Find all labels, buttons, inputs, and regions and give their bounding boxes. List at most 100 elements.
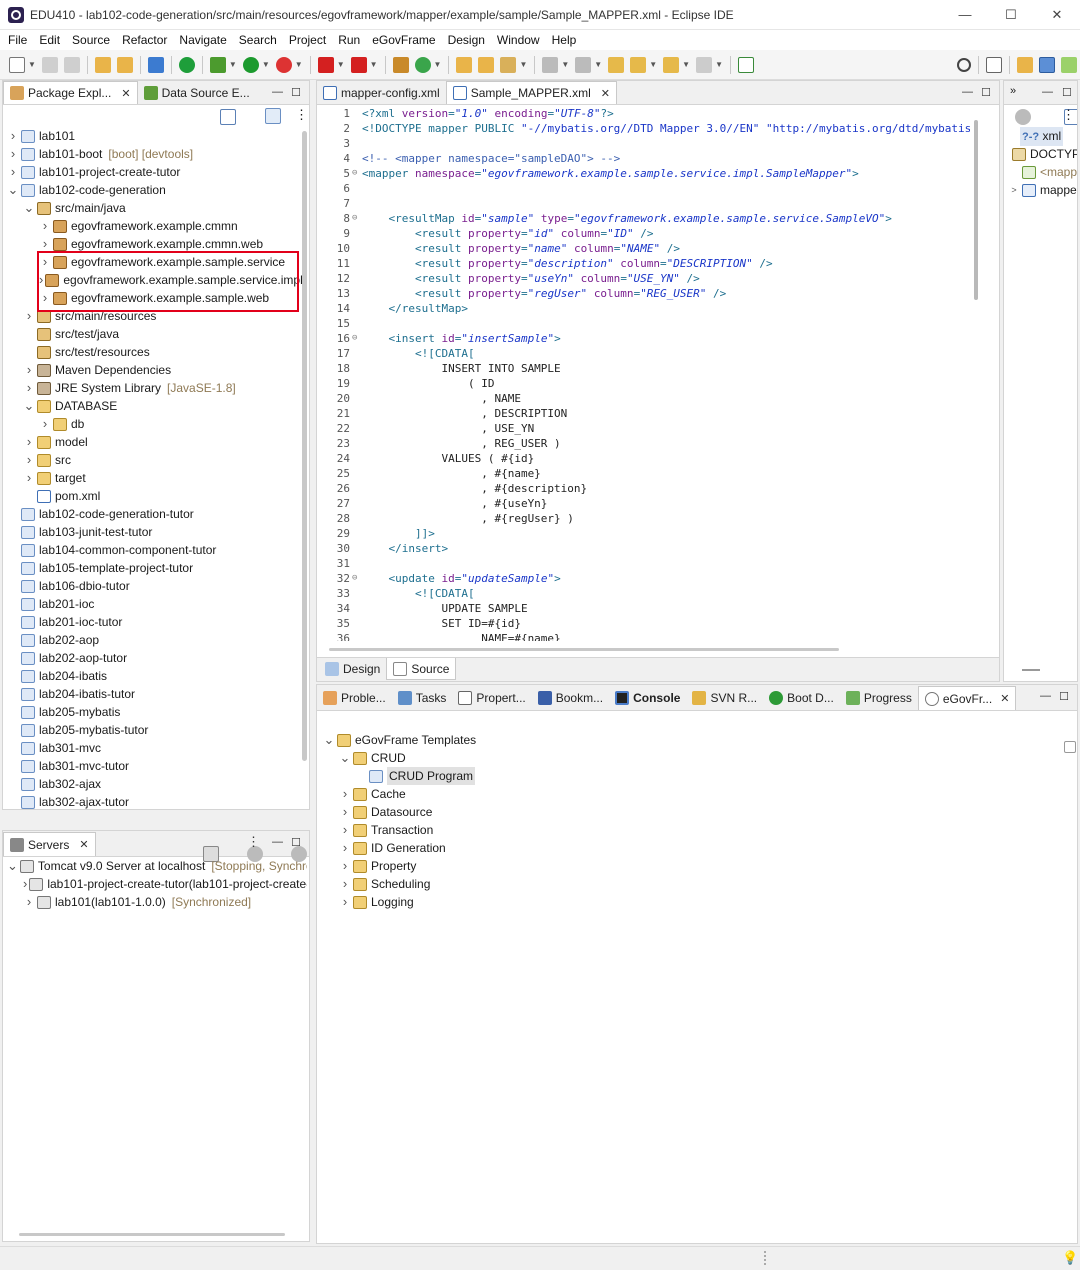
close-icon[interactable]: ✕	[1000, 692, 1009, 705]
new-window-icon[interactable]	[737, 56, 754, 73]
java-ee-perspective-icon[interactable]	[1017, 56, 1033, 73]
tab-tasks[interactable]: Tasks	[392, 686, 453, 710]
template-tree-item[interactable]: CRUD Program	[323, 767, 623, 785]
menu-file[interactable]: File	[2, 33, 33, 47]
chevron-right-icon[interactable]: ›	[339, 857, 351, 875]
code-editor[interactable]: 1 <?xml version="1.0" encoding="UTF-8"?> 2…	[318, 105, 970, 641]
next-annotation-icon[interactable]	[542, 56, 559, 73]
collapse-all-icon[interactable]	[220, 109, 236, 125]
explorer-tree-item[interactable]: › target	[7, 469, 297, 487]
open-type-icon[interactable]	[456, 56, 473, 73]
chevron-right-icon[interactable]: ›	[23, 451, 35, 469]
save-all-icon[interactable]	[63, 56, 80, 73]
chevron-right-icon[interactable]: ›	[7, 163, 19, 181]
stop-icon[interactable]	[317, 56, 334, 73]
menu-refactor[interactable]: Refactor	[116, 33, 173, 47]
menu-design[interactable]: Design	[442, 33, 491, 47]
explorer-tree-item[interactable]: lab205-mybatis-tutor	[7, 721, 297, 739]
explorer-tree-item[interactable]: › lab101-project-create-tutor	[7, 163, 297, 181]
chevron-down-icon[interactable]: ⌄	[7, 181, 19, 199]
explorer-tree-item[interactable]: lab102-code-generation-tutor	[7, 505, 297, 523]
minimize-view-icon[interactable]: —	[1042, 86, 1053, 98]
explorer-tree-item[interactable]: ⌄ lab102-code-generation	[7, 181, 297, 199]
close-icon[interactable]: ✕	[601, 87, 610, 100]
expand-all-icon[interactable]	[1064, 741, 1076, 753]
menu-project[interactable]: Project	[283, 33, 332, 47]
outline-item[interactable]: > mapper	[1008, 181, 1077, 199]
explorer-tree-item[interactable]: lab202-aop-tutor	[7, 649, 297, 667]
explorer-tree-item[interactable]: lab106-dbio-tutor	[7, 577, 297, 595]
view-menu-icon[interactable]: ⋮	[1062, 107, 1075, 123]
pen-icon[interactable]	[500, 56, 517, 73]
chevron-down-icon[interactable]: ⌄	[339, 749, 351, 767]
outline-item[interactable]: <mapper	[1008, 163, 1077, 181]
fold-toggle-icon[interactable]: ⊖	[352, 333, 357, 343]
menu-run[interactable]: Run	[332, 33, 366, 47]
chevron-right-icon[interactable]: ›	[339, 893, 351, 911]
minimize-view-icon[interactable]: —	[272, 86, 283, 98]
template-tree-item[interactable]: ⌄ eGovFrame Templates	[323, 731, 623, 749]
template-tree-item[interactable]: › Logging	[323, 893, 623, 911]
close-icon[interactable]: ✕	[79, 838, 88, 851]
build-icon[interactable]	[94, 56, 111, 73]
chevron-down-icon[interactable]: ⌄	[23, 397, 35, 415]
filter-icon[interactable]	[1015, 109, 1031, 125]
server-tree-item[interactable]: › lab101(lab101-1.0.0) [Synchronized]	[7, 893, 307, 911]
outline-hscrollbar[interactable]	[1022, 669, 1040, 671]
close-icon[interactable]: ✕	[121, 87, 130, 100]
pin-icon[interactable]	[630, 56, 647, 73]
tab-egovframe-templates[interactable]: eGovFr... ✕	[917, 686, 1017, 710]
explorer-tree-item[interactable]: lab301-mvc	[7, 739, 297, 757]
explorer-tree-item[interactable]: lab202-aop	[7, 631, 297, 649]
refresh-icon[interactable]	[116, 56, 133, 73]
menu-edit[interactable]: Edit	[33, 33, 66, 47]
maximize-view-icon[interactable]: ☐	[291, 86, 301, 99]
template-tree-item[interactable]: › Cache	[323, 785, 623, 803]
menu-egovframe[interactable]: eGovFrame	[366, 33, 441, 47]
view-menu-icon[interactable]: ⋮	[295, 107, 308, 123]
chevron-right-icon[interactable]: ›	[339, 875, 351, 893]
close-window-button[interactable]: ✕	[1034, 0, 1080, 30]
chevron-right-icon[interactable]: ›	[339, 785, 351, 803]
chevron-right-icon[interactable]: ›	[23, 433, 35, 451]
explorer-tree-item[interactable]: src/test/resources	[7, 343, 297, 361]
view-menu-icon[interactable]: ⋮	[247, 834, 260, 850]
explorer-tree-item[interactable]: lab105-template-project-tutor	[7, 559, 297, 577]
tab-svn-repositories[interactable]: SVN R...	[686, 686, 763, 710]
chevron-right-icon[interactable]: ›	[23, 875, 27, 893]
explorer-tree-item[interactable]: ⌄ DATABASE	[7, 397, 297, 415]
explorer-tree-item[interactable]: › lab101-boot [boot] [devtools]	[7, 145, 297, 163]
chevron-right-icon[interactable]: ›	[23, 893, 35, 911]
explorer-tree-item[interactable]: lab201-ioc	[7, 595, 297, 613]
java-perspective-icon[interactable]	[1061, 56, 1077, 73]
explorer-tree-item[interactable]: lab204-ibatis	[7, 667, 297, 685]
minimize-view-icon[interactable]: —	[1040, 690, 1051, 702]
template-tree-item[interactable]: › Datasource	[323, 803, 623, 821]
chevron-down-icon[interactable]: ⌄	[7, 857, 18, 875]
terminal-icon[interactable]	[147, 56, 164, 73]
editor-vscrollbar[interactable]	[974, 120, 978, 300]
tab-properties[interactable]: Propert...	[452, 686, 531, 710]
minimize-view-icon[interactable]: —	[962, 86, 973, 98]
new-package-icon[interactable]	[392, 56, 409, 73]
tab-source[interactable]: Source	[386, 658, 457, 680]
fold-toggle-icon[interactable]: ⊖	[352, 573, 357, 583]
tab-sample-mapper[interactable]: Sample_MAPPER.xml ✕	[445, 81, 617, 104]
explorer-tree-item[interactable]: › Maven Dependencies	[7, 361, 297, 379]
chevron-right-icon[interactable]: ›	[39, 415, 51, 433]
explorer-tree-item[interactable]: lab302-ajax-tutor	[7, 793, 297, 811]
menu-help[interactable]: Help	[546, 33, 583, 47]
explorer-tree-item[interactable]: src/test/java	[7, 325, 297, 343]
servers-hscrollbar[interactable]	[19, 1233, 285, 1236]
outline-item[interactable]: DOCTYPE	[1008, 145, 1077, 163]
tab-data-source-explorer[interactable]: Data Source E...	[138, 81, 256, 104]
template-tree-item[interactable]: › Scheduling	[323, 875, 623, 893]
chevron-right-icon[interactable]: ›	[23, 361, 35, 379]
tab-progress[interactable]: Progress	[840, 686, 918, 710]
maximize-view-icon[interactable]: ☐	[1062, 86, 1072, 99]
new-class-icon[interactable]	[414, 56, 431, 73]
tab-mapper-config[interactable]: mapper-config.xml	[317, 81, 446, 104]
explorer-tree-item[interactable]: pom.xml	[7, 487, 297, 505]
template-tree-item[interactable]: › ID Generation	[323, 839, 623, 857]
dropdown-arrow-icon[interactable]: ▼	[28, 60, 36, 69]
